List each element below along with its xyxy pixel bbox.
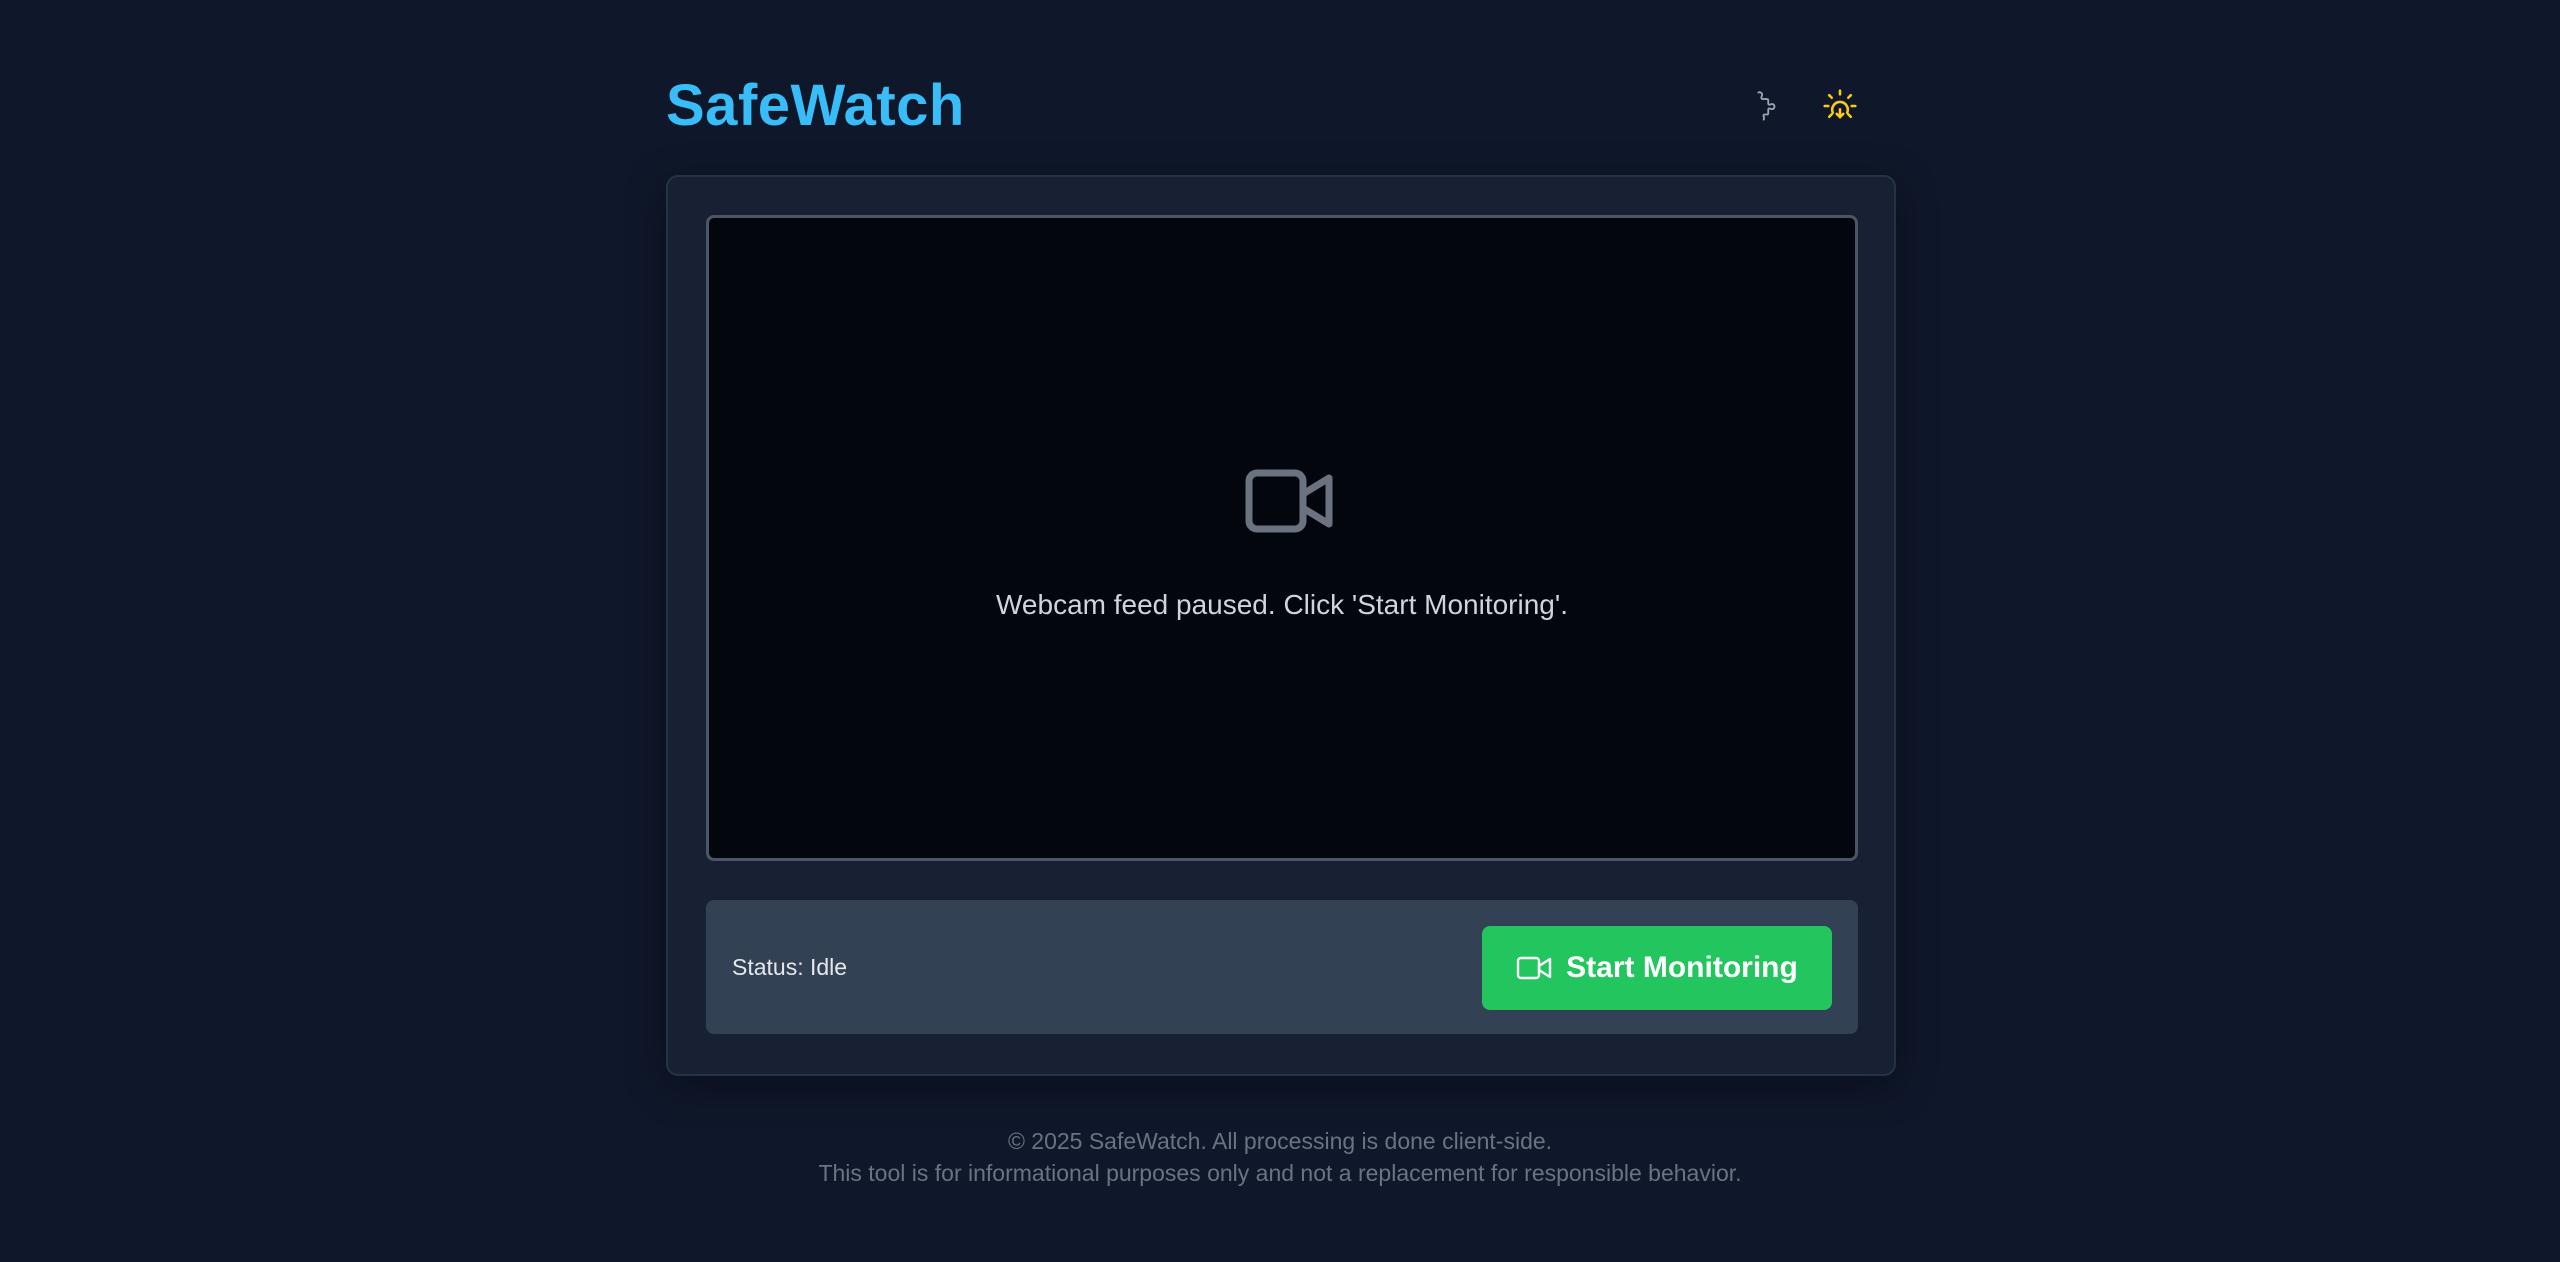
footer-copyright: © 2025 SafeWatch. All processing is done… (1007, 1128, 1553, 1154)
webcam-feed-area: Webcam feed paused. Click 'Start Monitor… (706, 215, 1858, 861)
app-title: SafeWatch (666, 73, 965, 138)
placeholder-message: Webcam feed paused. Click 'Start Monitor… (996, 589, 1568, 620)
footer: © 2025 SafeWatch. All processing is done… (0, 1125, 2560, 1189)
control-bar: Status: Idle Start Monitoring (706, 900, 1858, 1034)
status-label: Status: Idle (732, 954, 848, 980)
app-header: SafeWatch (666, 70, 1894, 142)
video-camera-icon (1516, 956, 1552, 980)
monitor-card: Webcam feed paused. Click 'Start Monitor… (666, 175, 1896, 1076)
theme-toggle-button[interactable] (1818, 84, 1862, 128)
extensions-button[interactable] (1742, 84, 1786, 128)
puzzle-icon (1757, 91, 1776, 121)
start-button-label: Start Monitoring (1566, 951, 1798, 984)
video-camera-icon (1245, 469, 1333, 533)
sun-icon (1823, 89, 1857, 119)
start-monitoring-button[interactable]: Start Monitoring (1482, 926, 1832, 1010)
footer-disclaimer: This tool is for informational purposes … (818, 1160, 1742, 1186)
